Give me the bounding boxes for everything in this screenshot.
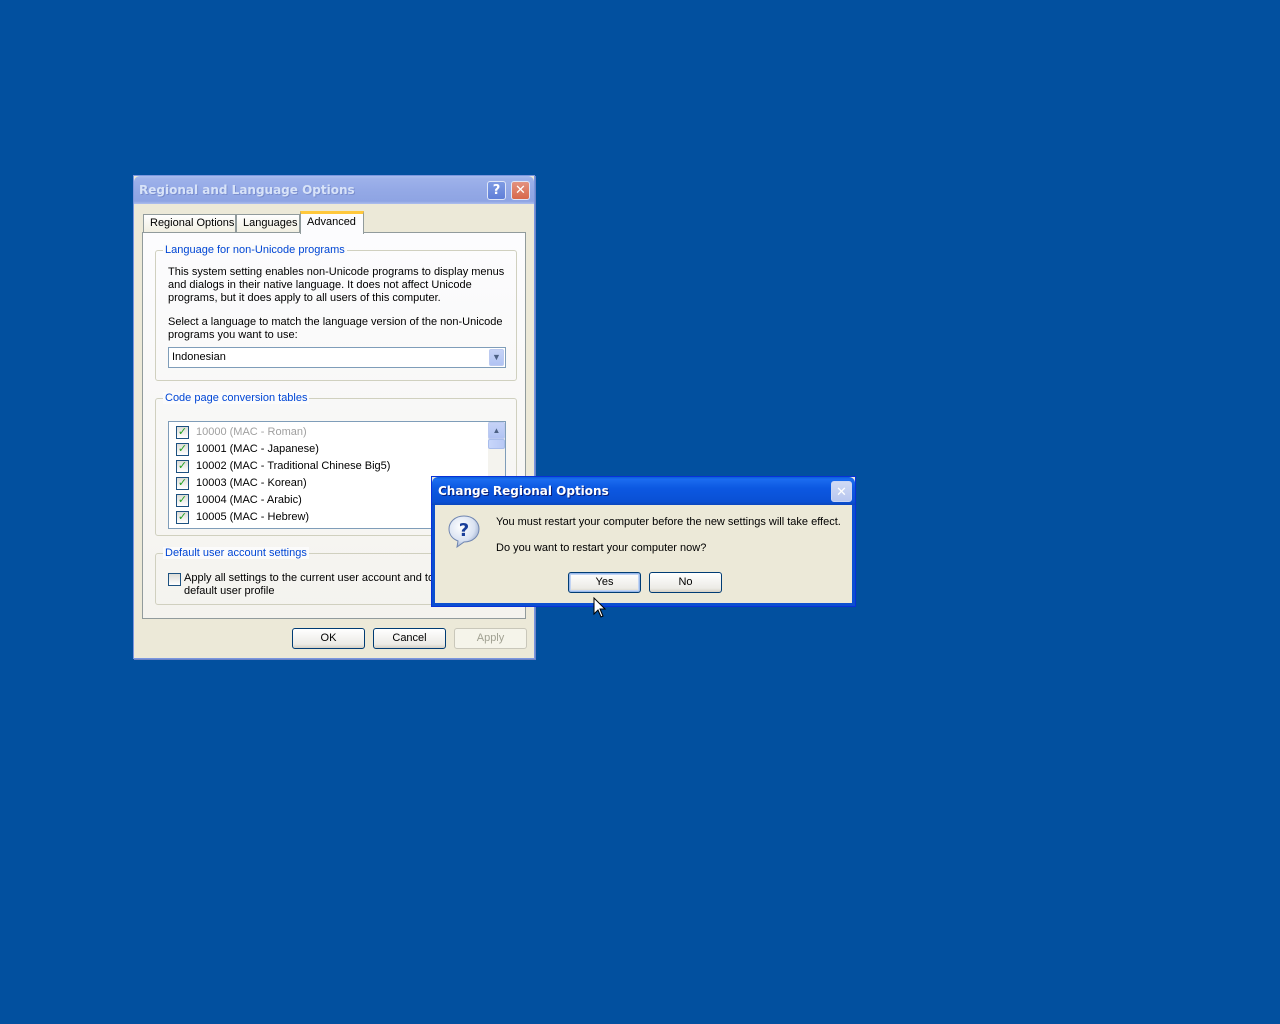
checkbox-checked-icon[interactable]: ✓: [176, 511, 189, 524]
checkbox-unchecked-icon[interactable]: [168, 573, 181, 586]
help-icon[interactable]: ?: [487, 181, 506, 200]
list-item-label: 10005 (MAC - Hebrew): [196, 511, 310, 523]
chevron-up-icon[interactable]: ▲: [488, 422, 505, 439]
window-titlebar[interactable]: Regional and Language Options ? ✕: [134, 176, 534, 204]
checkbox-checked-icon[interactable]: ✓: [176, 426, 189, 439]
close-icon[interactable]: ✕: [511, 181, 530, 200]
group-label: Language for non-Unicode programs: [163, 244, 347, 256]
list-item-label: 10004 (MAC - Arabic): [196, 494, 302, 506]
dialog-message-line1: You must restart your computer before th…: [496, 516, 841, 528]
scrollbar-thumb[interactable]: [488, 439, 505, 449]
mouse-pointer-icon: [593, 597, 607, 618]
apply-button[interactable]: Apply: [454, 628, 527, 649]
language-select[interactable]: Indonesian ▼: [168, 347, 506, 368]
tab-label: Regional Options: [150, 217, 235, 229]
close-icon: ✕: [831, 481, 852, 502]
checkbox-checked-icon[interactable]: ✓: [176, 477, 189, 490]
tab-advanced[interactable]: Advanced: [300, 211, 364, 234]
change-regional-options-dialog: Change Regional Options ✕ ? You must res…: [431, 476, 856, 607]
selected-language: Indonesian: [172, 351, 226, 363]
list-item-label: 10003 (MAC - Korean): [196, 477, 307, 489]
tab-label: Advanced: [307, 216, 356, 228]
chevron-down-icon[interactable]: ▼: [489, 349, 504, 366]
non-unicode-description: This system setting enables non-Unicode …: [168, 266, 505, 304]
window-title: Regional and Language Options: [139, 183, 355, 197]
select-language-prompt: Select a language to match the language …: [168, 316, 503, 341]
non-unicode-group: Language for non-Unicode programs This s…: [155, 244, 517, 381]
cancel-button[interactable]: Cancel: [373, 628, 446, 649]
dialog-body: ? You must restart your computer before …: [432, 505, 855, 606]
group-label: Default user account settings: [163, 547, 309, 559]
group-label: Code page conversion tables: [163, 392, 310, 404]
dialog-titlebar[interactable]: Change Regional Options ✕: [432, 477, 855, 505]
tab-languages[interactable]: Languages: [236, 214, 300, 232]
checkbox-checked-icon[interactable]: ✓: [176, 460, 189, 473]
question-icon: ?: [448, 515, 480, 548]
dialog-title: Change Regional Options: [438, 484, 609, 498]
tab-label: Languages: [243, 217, 298, 229]
list-item-label: 10000 (MAC - Roman): [196, 426, 307, 438]
checkbox-checked-icon[interactable]: ✓: [176, 494, 189, 507]
list-item-label: 10002 (MAC - Traditional Chinese Big5): [196, 460, 391, 472]
list-item-label: 10001 (MAC - Japanese): [196, 443, 319, 455]
ok-button[interactable]: OK: [292, 628, 365, 649]
dialog-message-line2: Do you want to restart your computer now…: [496, 542, 707, 554]
no-button[interactable]: No: [649, 572, 722, 593]
checkbox-checked-icon[interactable]: ✓: [176, 443, 189, 456]
tab-regional-options[interactable]: Regional Options: [143, 214, 236, 232]
svg-text:?: ?: [459, 520, 469, 541]
yes-button[interactable]: Yes: [568, 572, 641, 593]
